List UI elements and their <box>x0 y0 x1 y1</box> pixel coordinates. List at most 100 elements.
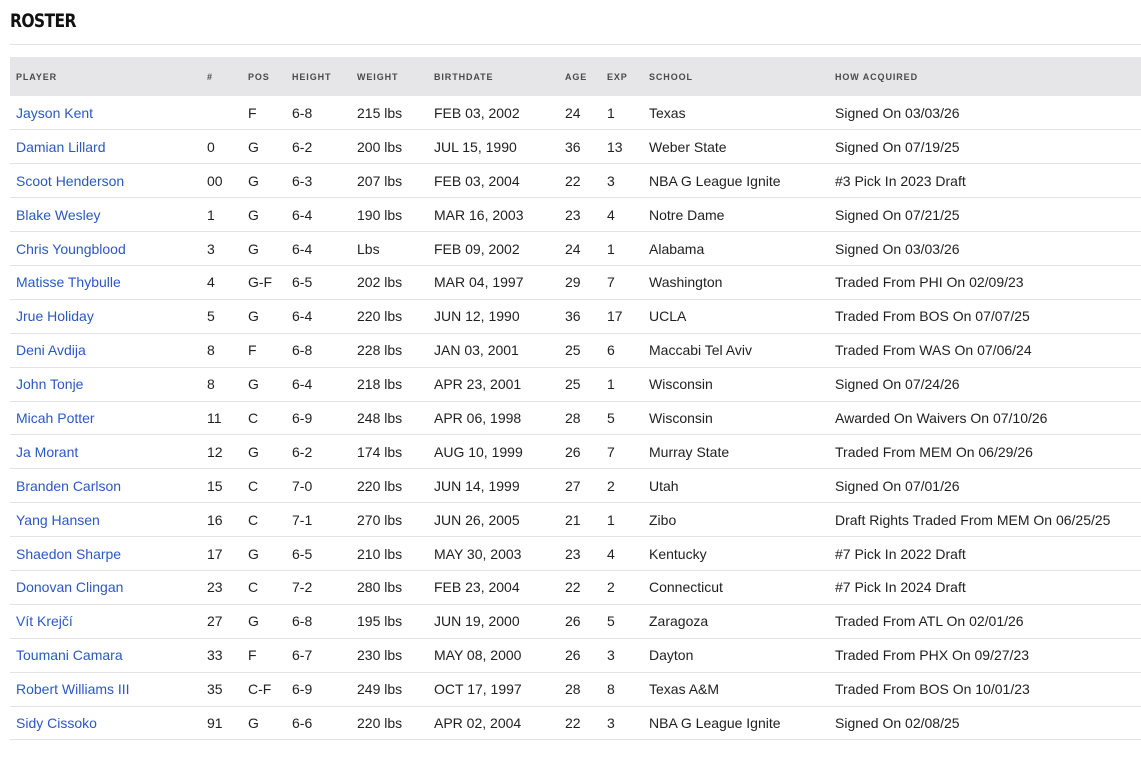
player-school: Zaragoza <box>649 613 709 630</box>
header-row: PLAYER # POS HEIGHT WEIGHT BIRTHDATE AGE… <box>10 57 1141 96</box>
player-height: 7-2 <box>292 579 313 596</box>
roster-page: ROSTER PLAYER # POS HEIGHT WEIGHT BIRTHD… <box>0 0 1141 757</box>
player-name-link[interactable]: Damian Lillard <box>16 139 105 155</box>
player-how-acquired: Signed On 03/03/26 <box>835 240 960 257</box>
player-height: 6-7 <box>292 647 313 664</box>
player-name-link[interactable]: Shaedon Sharpe <box>16 546 121 562</box>
player-school: UCLA <box>649 308 687 325</box>
player-experience: 4 <box>607 545 615 562</box>
player-experience: 2 <box>607 477 615 494</box>
player-how-acquired: Traded From ATL On 02/01/26 <box>835 613 1024 630</box>
column-header-exp: EXP <box>607 71 628 82</box>
player-cell: Jayson Kent <box>10 96 201 130</box>
player-name-link[interactable]: John Tonje <box>16 376 83 392</box>
player-school: Maccabi Tel Aviv <box>649 342 752 359</box>
player-name-link[interactable]: Matisse Thybulle <box>16 274 121 290</box>
column-header-weight: WEIGHT <box>357 71 399 82</box>
player-height: 6-8 <box>292 104 313 121</box>
player-cell: Micah Potter <box>10 401 201 435</box>
table-row: Robert Williams III 35 C-F 6-9 249 lbs OCT 17… <box>10 672 1141 707</box>
player-weight: 220 lbs <box>357 714 403 731</box>
player-how-acquired: Signed On 07/19/25 <box>835 138 960 155</box>
player-position: C <box>248 511 259 528</box>
player-position: G <box>248 376 259 393</box>
player-experience: 1 <box>607 376 615 393</box>
player-school: Zibo <box>649 511 677 528</box>
player-position: C-F <box>248 681 272 698</box>
player-height: 6-9 <box>292 409 313 426</box>
player-experience: 5 <box>607 409 615 426</box>
player-name-link[interactable]: Scoot Henderson <box>16 173 124 189</box>
player-weight: 248 lbs <box>357 409 403 426</box>
player-how-acquired: Signed On 07/21/25 <box>835 206 960 223</box>
player-birthdate: MAR 04, 1997 <box>434 274 524 291</box>
player-name-link[interactable]: Yang Hansen <box>16 512 100 528</box>
player-height: 6-4 <box>292 376 313 393</box>
player-position: C <box>248 477 259 494</box>
column-header-number: # <box>207 71 213 82</box>
player-experience: 17 <box>607 308 623 325</box>
player-age: 22 <box>565 172 581 189</box>
table-row: Jrue Holiday 5 G 6-4 220 lbs JUN 12, 1990 36 17… <box>10 299 1141 334</box>
player-cell: Matisse Thybulle <box>10 265 201 299</box>
player-name-link[interactable]: Robert Williams III <box>16 681 130 697</box>
player-cell: Yang Hansen <box>10 503 201 537</box>
player-birthdate: APR 02, 2004 <box>434 714 522 731</box>
player-school: NBA G League Ignite <box>649 714 781 731</box>
player-name-link[interactable]: Blake Wesley <box>16 207 101 223</box>
player-how-acquired: Traded From PHI On 02/09/23 <box>835 274 1024 291</box>
player-cell: Robert Williams III <box>10 672 201 706</box>
player-name-link[interactable]: Sidy Cissoko <box>16 715 97 731</box>
player-number: 33 <box>207 647 223 664</box>
player-weight: 249 lbs <box>357 681 403 698</box>
page-title: ROSTER <box>10 10 76 32</box>
player-experience: 7 <box>607 443 615 460</box>
player-weight: 190 lbs <box>357 206 403 223</box>
player-number: 8 <box>207 342 215 359</box>
player-weight: 220 lbs <box>357 477 403 494</box>
player-experience: 8 <box>607 681 615 698</box>
player-name-link[interactable]: Jrue Holiday <box>16 308 94 324</box>
table-row: Vít Krejčí 27 G 6-8 195 lbs JUN 19, 2000 26 5 Za… <box>10 604 1141 639</box>
player-cell: Sidy Cissoko <box>10 706 201 740</box>
player-school: Weber State <box>649 138 727 155</box>
player-name-link[interactable]: Micah Potter <box>16 410 95 426</box>
player-weight: 200 lbs <box>357 138 403 155</box>
player-position: F <box>248 104 257 121</box>
player-how-acquired: #7 Pick In 2022 Draft <box>835 545 966 562</box>
player-name-link[interactable]: Chris Youngblood <box>16 241 126 257</box>
player-birthdate: APR 23, 2001 <box>434 376 522 393</box>
player-age: 24 <box>565 104 581 121</box>
player-birthdate: FEB 09, 2002 <box>434 240 520 257</box>
player-how-acquired: #3 Pick In 2023 Draft <box>835 172 966 189</box>
player-cell: Toumani Camara <box>10 638 201 672</box>
player-name-link[interactable]: Ja Morant <box>16 444 78 460</box>
player-number: 3 <box>207 240 215 257</box>
player-name-link[interactable]: Donovan Clingan <box>16 579 123 595</box>
player-weight: 202 lbs <box>357 274 403 291</box>
player-name-link[interactable]: Branden Carlson <box>16 478 121 494</box>
player-name-link[interactable]: Deni Avdija <box>16 342 86 358</box>
player-number: 11 <box>207 409 222 426</box>
player-school: Notre Dame <box>649 206 725 223</box>
table-row: Donovan Clingan 23 C 7-2 280 lbs FEB 23, 2004… <box>10 570 1141 605</box>
player-position: G <box>248 206 259 223</box>
table-row: Ja Morant 12 G 6-2 174 lbs AUG 10, 1999 26 7 Mur… <box>10 435 1141 469</box>
player-weight: 207 lbs <box>357 172 403 189</box>
player-experience: 3 <box>607 714 615 731</box>
player-number: 35 <box>207 681 223 698</box>
player-school: Murray State <box>649 443 730 460</box>
player-school: Wisconsin <box>649 409 713 426</box>
player-experience: 13 <box>607 138 623 155</box>
player-birthdate: MAY 30, 2003 <box>434 545 522 562</box>
player-experience: 1 <box>607 240 615 257</box>
player-birthdate: JUL 15, 1990 <box>434 138 517 155</box>
player-name-link[interactable]: Toumani Camara <box>16 647 123 663</box>
player-number: 15 <box>207 477 223 494</box>
player-name-link[interactable]: Jayson Kent <box>16 105 93 121</box>
player-position: G <box>248 138 259 155</box>
player-height: 7-0 <box>292 477 313 494</box>
player-age: 26 <box>565 647 581 664</box>
player-name-link[interactable]: Vít Krejčí <box>16 613 73 629</box>
player-birthdate: JUN 12, 1990 <box>434 308 520 325</box>
